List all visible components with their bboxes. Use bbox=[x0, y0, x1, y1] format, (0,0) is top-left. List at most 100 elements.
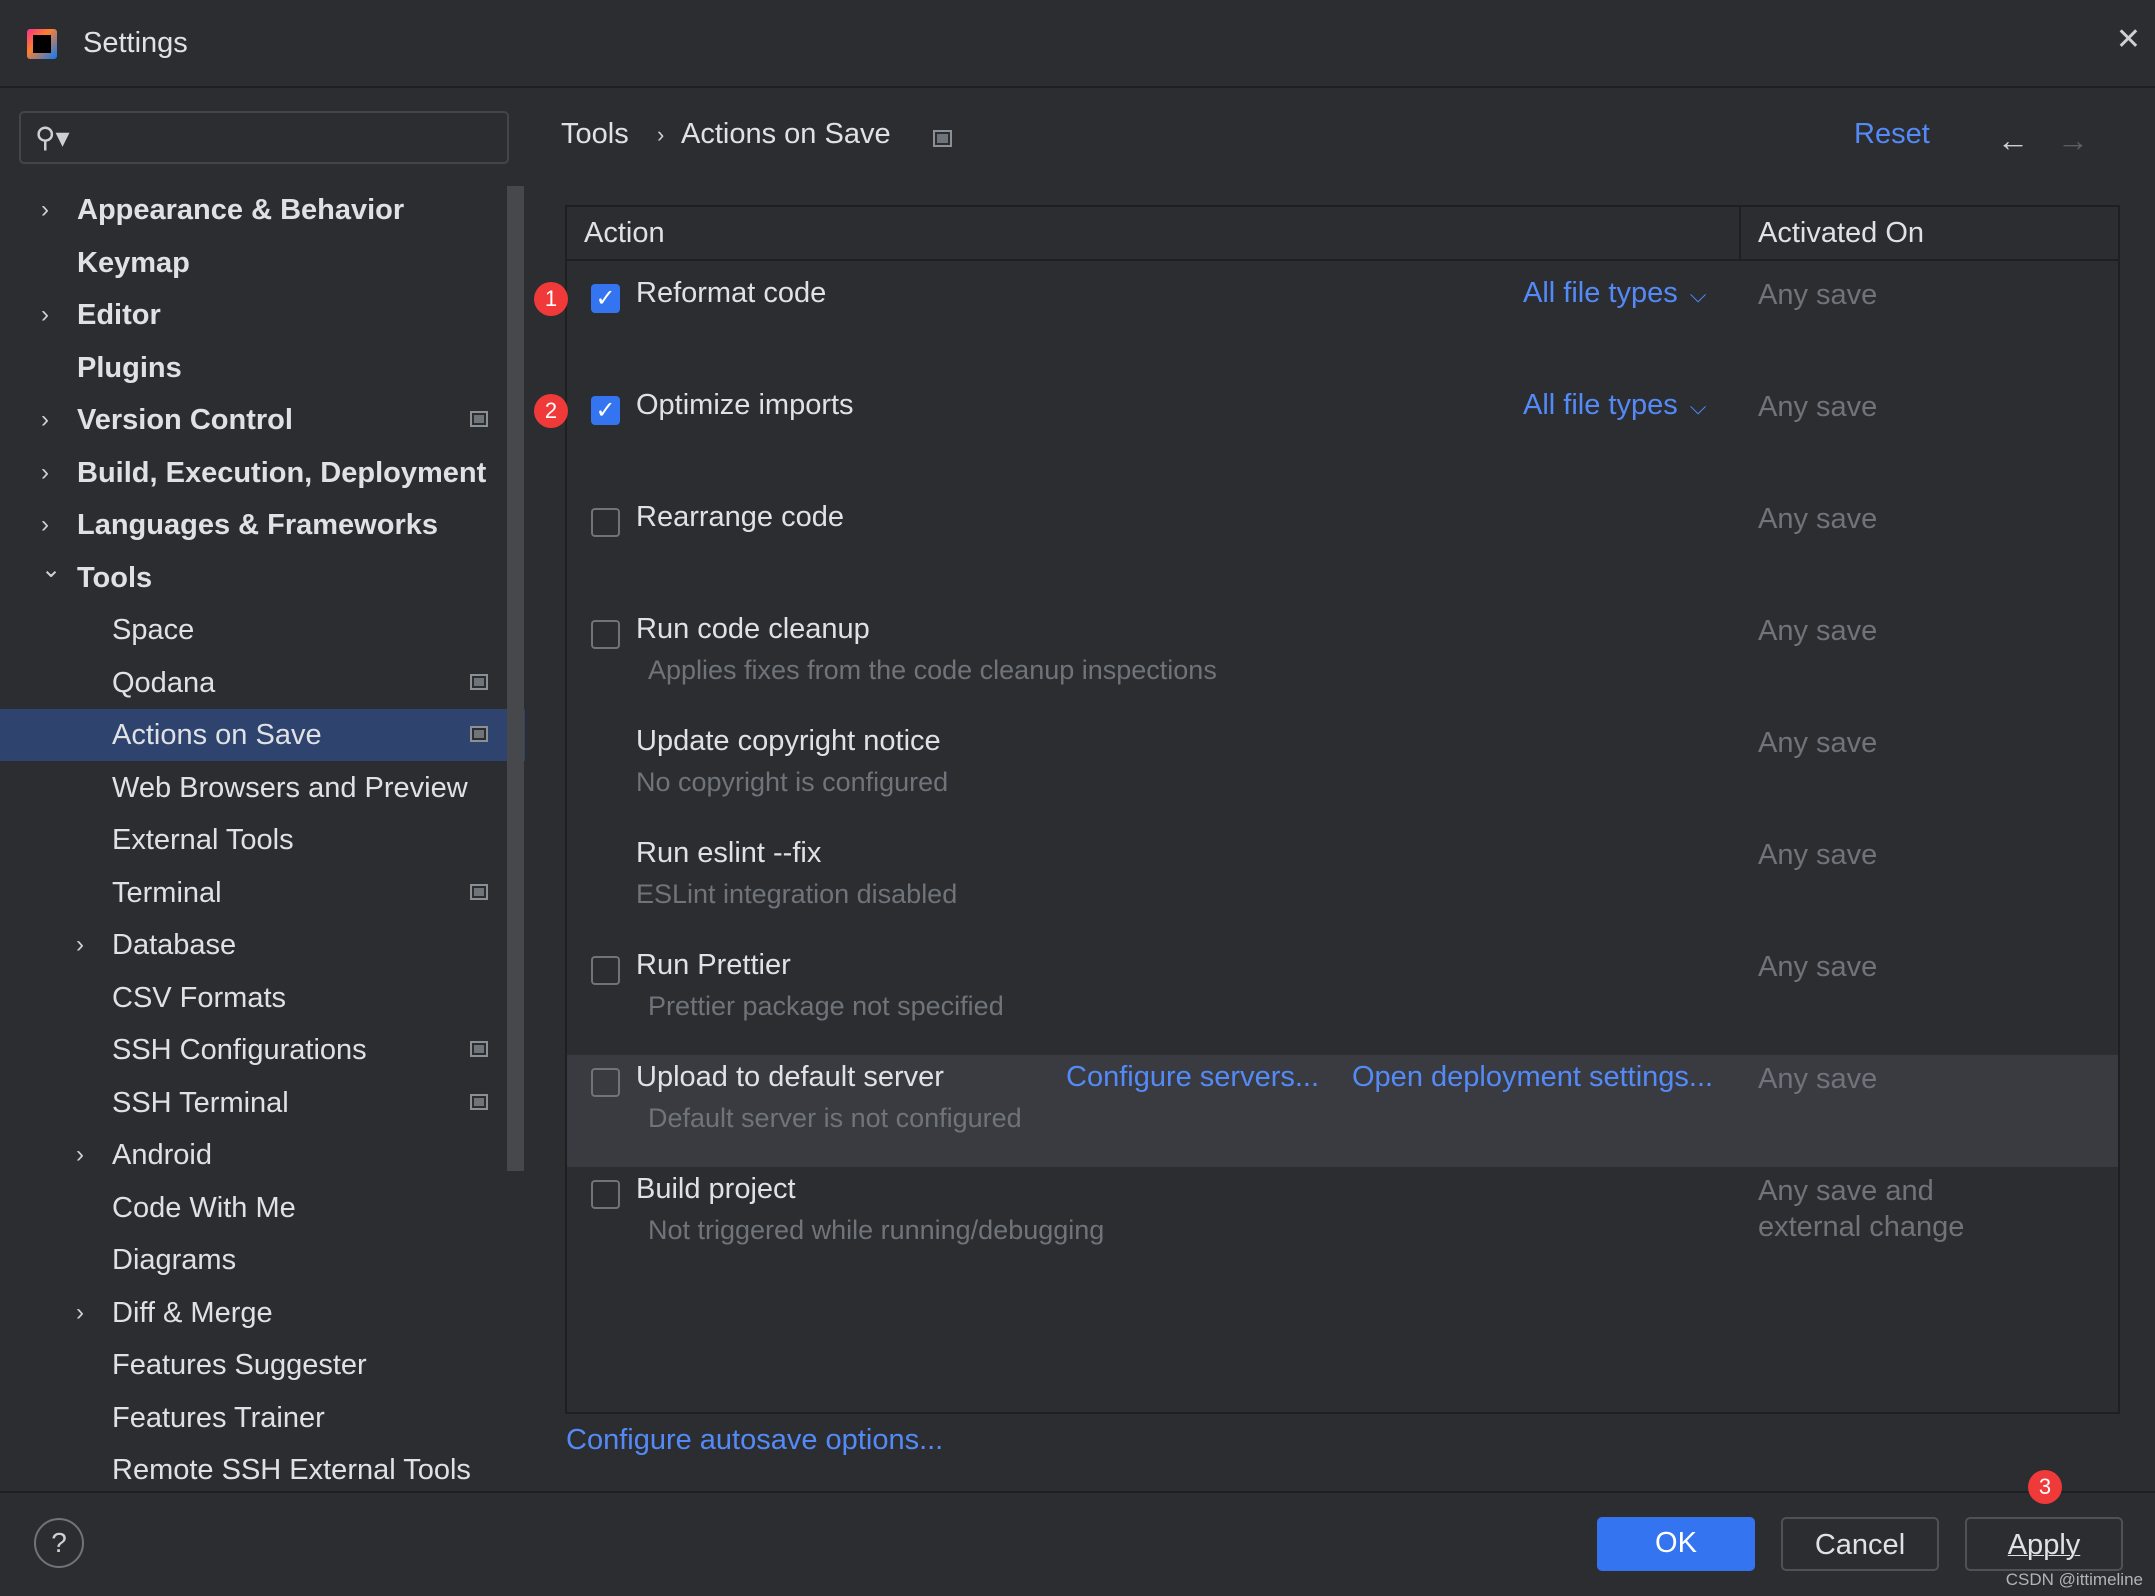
file-types-dropdown[interactable]: All file types ⌵ bbox=[1523, 389, 1706, 422]
sidebar-item[interactable]: › Android bbox=[0, 1129, 525, 1181]
sidebar-item-label: Android bbox=[112, 1139, 212, 1171]
step-badge-1: 1 bbox=[534, 282, 568, 316]
sidebar-item[interactable]: Actions on Save bbox=[0, 709, 525, 761]
configure-autosave-link[interactable]: Configure autosave options... bbox=[566, 1424, 943, 1457]
back-arrow-icon[interactable]: ← bbox=[1997, 122, 2029, 159]
sidebar-item-label: Terminal bbox=[112, 876, 222, 909]
sidebar-item[interactable]: › Build, Execution, Deployment bbox=[0, 447, 525, 499]
chevron-right-icon[interactable]: › bbox=[41, 289, 49, 341]
sidebar-item[interactable]: ⌄ Tools bbox=[0, 552, 525, 604]
intellij-logo-icon bbox=[27, 29, 57, 59]
ok-button[interactable]: OK bbox=[1597, 1517, 1755, 1571]
sidebar-item[interactable]: External Tools bbox=[0, 814, 525, 866]
column-divider[interactable] bbox=[1739, 207, 1741, 261]
action-label[interactable]: Optimize imports bbox=[636, 389, 854, 422]
activated-on-value: Any save bbox=[1758, 503, 1878, 535]
help-button[interactable]: ? bbox=[34, 1518, 84, 1568]
project-scope-icon bbox=[470, 411, 488, 427]
action-checkbox[interactable] bbox=[591, 1180, 620, 1209]
action-checkbox[interactable]: ✓ bbox=[591, 284, 620, 313]
sidebar-item-label: Actions on Save bbox=[112, 719, 322, 751]
chevron-right-icon[interactable]: › bbox=[76, 1129, 84, 1181]
step-badge-3: 3 bbox=[2028, 1470, 2062, 1504]
table-row: Build project Not triggered while running… bbox=[567, 1167, 2118, 1279]
chevron-right-icon[interactable]: › bbox=[41, 447, 49, 499]
sidebar-item-label: Diagrams bbox=[112, 1244, 237, 1276]
sidebar-item[interactable]: SSH Terminal bbox=[0, 1077, 525, 1129]
action-label[interactable]: Run code cleanup bbox=[636, 613, 870, 646]
action-description: No copyright is configured bbox=[636, 767, 949, 797]
sidebar-item[interactable]: › Database bbox=[0, 919, 525, 971]
table-row: 2 ✓ Optimize imports All file types ⌵ Any sav… bbox=[534, 383, 2118, 495]
activated-on-value: Any save bbox=[1758, 839, 1878, 871]
close-icon[interactable]: ✕ bbox=[2116, 22, 2141, 57]
sidebar-item-label: Space bbox=[112, 614, 195, 646]
table-row: Run code cleanup Applies fixes from the c… bbox=[567, 607, 2118, 719]
file-types-dropdown[interactable]: All file types ⌵ bbox=[1523, 277, 1706, 310]
file-types-value: All file types bbox=[1523, 277, 1678, 309]
chevron-right-icon[interactable]: › bbox=[76, 1287, 84, 1339]
action-checkbox[interactable]: ✓ bbox=[591, 396, 620, 425]
window-title: Settings bbox=[83, 27, 188, 59]
table-row: Upload to default server Default server i… bbox=[567, 1055, 2118, 1167]
breadcrumb-separator: › bbox=[657, 122, 665, 147]
forward-arrow-icon[interactable]: → bbox=[2057, 122, 2089, 159]
action-label[interactable]: Build project bbox=[636, 1173, 796, 1206]
sidebar-item[interactable]: Remote SSH External Tools bbox=[0, 1444, 525, 1496]
sidebar-item[interactable]: Terminal bbox=[0, 867, 525, 919]
sidebar-item[interactable]: CSV Formats bbox=[0, 972, 525, 1024]
action-description: Not triggered while running/debugging bbox=[648, 1215, 1105, 1245]
table-row: Run Prettier Prettier package not specifi… bbox=[567, 943, 2118, 1055]
sidebar-item-label: Editor bbox=[77, 299, 161, 331]
action-label[interactable]: Run Prettier bbox=[636, 949, 791, 982]
chevron-right-icon[interactable]: › bbox=[41, 184, 49, 236]
chevron-down-icon[interactable]: ⌄ bbox=[41, 544, 61, 596]
action-checkbox[interactable] bbox=[591, 956, 620, 985]
action-checkbox[interactable] bbox=[591, 620, 620, 649]
sidebar-item[interactable]: Code With Me bbox=[0, 1182, 525, 1234]
sidebar-item[interactable]: Features Suggester bbox=[0, 1339, 525, 1391]
step-badge-2: 2 bbox=[534, 394, 568, 428]
sidebar-item[interactable]: Features Trainer bbox=[0, 1392, 525, 1444]
chevron-right-icon[interactable]: › bbox=[76, 919, 84, 971]
action-description: Applies fixes from the code cleanup insp… bbox=[648, 655, 1217, 685]
breadcrumb-tools[interactable]: Tools bbox=[561, 118, 629, 151]
action-checkbox[interactable] bbox=[591, 1068, 620, 1097]
project-scope-icon bbox=[470, 1093, 488, 1110]
action-checkbox[interactable] bbox=[591, 508, 620, 537]
sidebar-item[interactable]: SSH Configurations bbox=[0, 1024, 525, 1076]
actions-table: Action Activated On 1 ✓ Reformat code All f… bbox=[534, 205, 2120, 1414]
sidebar-item[interactable]: Space bbox=[0, 604, 525, 656]
action-label[interactable]: Rearrange code bbox=[636, 501, 844, 534]
sidebar-item[interactable]: › Appearance & Behavior bbox=[0, 184, 525, 236]
sidebar-item-label: CSV Formats bbox=[112, 981, 287, 1014]
apply-label: Apply bbox=[2007, 1529, 2081, 1561]
sidebar-item[interactable]: › Version Control bbox=[0, 394, 525, 446]
sidebar-item[interactable]: Diagrams bbox=[0, 1234, 525, 1286]
cancel-button[interactable]: Cancel bbox=[1781, 1517, 1939, 1571]
sidebar-item[interactable]: › Languages & Frameworks bbox=[0, 499, 525, 551]
open-deployment-settings-link[interactable]: Open deployment settings... bbox=[1352, 1061, 1713, 1094]
sidebar-item[interactable]: Plugins bbox=[0, 342, 525, 394]
action-label[interactable]: Reformat code bbox=[636, 277, 826, 310]
reset-link[interactable]: Reset bbox=[1854, 118, 1930, 151]
sidebar-item[interactable]: Qodana bbox=[0, 657, 525, 709]
file-types-value: All file types bbox=[1523, 389, 1678, 421]
activated-on-value: Any save bbox=[1758, 951, 1878, 983]
sidebar-scrollbar[interactable] bbox=[507, 186, 524, 1171]
sidebar-item[interactable]: › Diff & Merge bbox=[0, 1287, 525, 1339]
sidebar-item[interactable]: › Editor bbox=[0, 289, 525, 341]
sidebar-item-label: Features Suggester bbox=[112, 1349, 367, 1381]
configure-servers-link[interactable]: Configure servers... bbox=[1066, 1061, 1319, 1094]
project-scope-icon bbox=[470, 673, 488, 690]
action-description: Default server is not configured bbox=[648, 1103, 1022, 1133]
chevron-right-icon[interactable]: › bbox=[41, 394, 49, 446]
sidebar-item[interactable]: Web Browsers and Preview bbox=[0, 762, 525, 814]
apply-button[interactable]: Apply bbox=[1965, 1517, 2123, 1571]
sidebar-item-label: Keymap bbox=[77, 246, 190, 279]
activated-on-value: Any save bbox=[1758, 615, 1878, 647]
action-label[interactable]: Upload to default server bbox=[636, 1061, 944, 1094]
sidebar-item[interactable]: Keymap bbox=[0, 237, 525, 289]
search-icon: ⚲▾ bbox=[35, 122, 70, 153]
settings-search-input[interactable]: ⚲▾ bbox=[19, 111, 509, 164]
